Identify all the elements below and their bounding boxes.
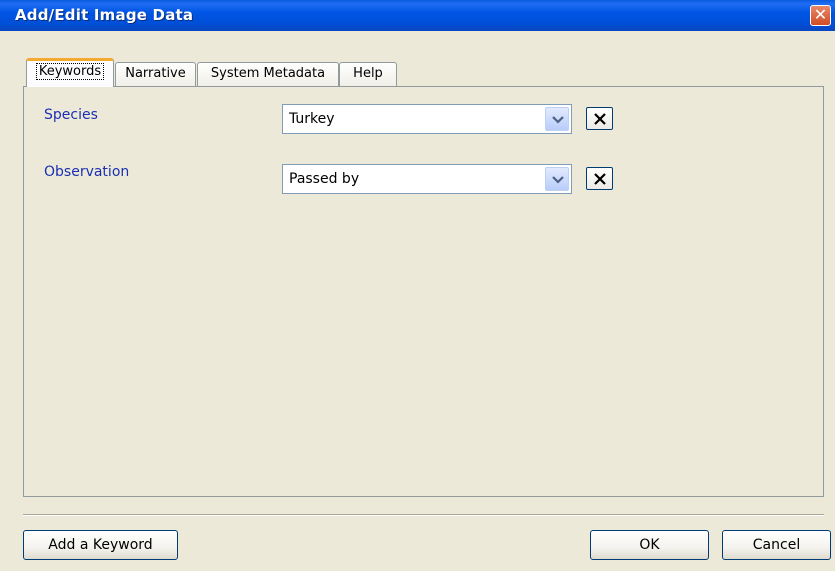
tab-narrative[interactable]: Narrative	[115, 62, 196, 86]
window-title: Add/Edit Image Data	[15, 6, 194, 24]
title-bar: Add/Edit Image Data ✕	[0, 0, 835, 31]
observation-dropdown-arrow[interactable]	[545, 167, 569, 191]
tab-label: Narrative	[125, 66, 186, 81]
species-dropdown[interactable]: Turkey	[282, 104, 572, 134]
x-icon	[594, 113, 606, 125]
cancel-button[interactable]: Cancel	[722, 530, 831, 560]
chevron-down-icon	[552, 116, 564, 124]
close-button[interactable]: ✕	[810, 5, 831, 26]
add-keyword-button[interactable]: Add a Keyword	[23, 530, 178, 560]
chevron-down-icon	[552, 176, 564, 184]
ok-button[interactable]: OK	[590, 530, 709, 560]
tab-label: Keywords	[35, 63, 105, 80]
species-dropdown-arrow[interactable]	[545, 107, 569, 131]
remove-observation-button[interactable]	[586, 167, 613, 190]
species-value: Turkey	[289, 111, 335, 127]
observation-value: Passed by	[289, 171, 360, 187]
tab-help[interactable]: Help	[339, 62, 397, 86]
observation-dropdown[interactable]: Passed by	[282, 164, 572, 194]
tab-system-metadata[interactable]: System Metadata	[197, 62, 339, 86]
close-icon: ✕	[813, 5, 828, 24]
tab-label: Help	[353, 66, 383, 81]
keywords-panel: Species Turkey Observation Passed by	[23, 86, 824, 497]
species-label: Species	[44, 107, 98, 123]
tab-keywords[interactable]: Keywords	[26, 58, 114, 87]
observation-label: Observation	[44, 164, 130, 180]
button-separator	[23, 514, 824, 516]
tab-label: System Metadata	[210, 66, 326, 81]
x-icon	[594, 173, 606, 185]
remove-species-button[interactable]	[586, 107, 613, 130]
